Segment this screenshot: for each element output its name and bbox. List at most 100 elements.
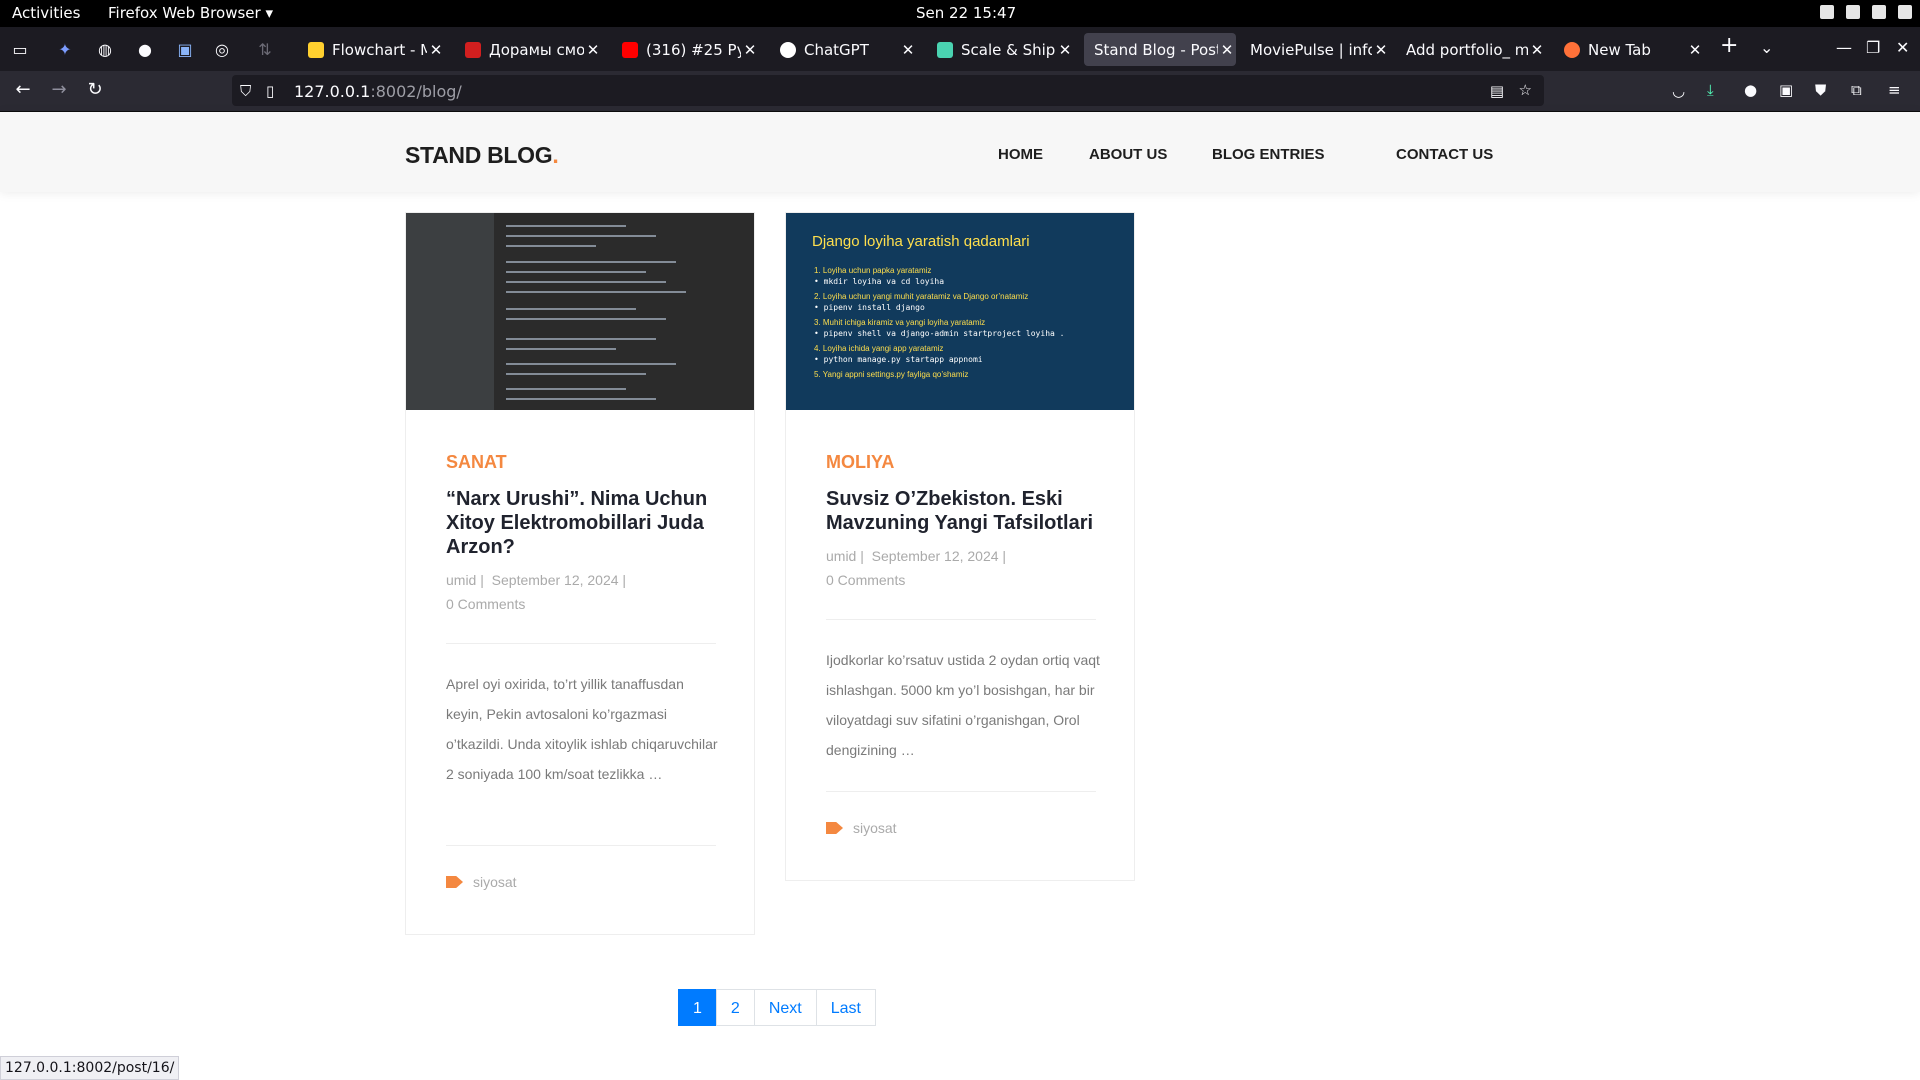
close-tab-icon[interactable]: ✕ — [1218, 41, 1236, 59]
extensions-puzzle-icon[interactable]: ⧉ — [1851, 81, 1862, 99]
reload-button[interactable]: ↻ — [83, 79, 107, 100]
bookmark-star-icon[interactable]: ☆ — [1519, 81, 1532, 99]
django-steps-slide: Django loyiha yaratish qadamlari 1. Loyi… — [786, 213, 1134, 410]
extension-save-icon[interactable]: ▣ — [1779, 81, 1793, 99]
tab-doramy[interactable]: Дорамы смотр✕ — [455, 33, 602, 66]
close-tab-icon[interactable]: ✕ — [741, 41, 759, 59]
post-author[interactable]: umid — [446, 572, 476, 588]
slide-step: 4. Loyiha ichida yangi app yaratamiz • py… — [814, 343, 983, 365]
close-tab-icon[interactable]: ✕ — [1686, 41, 1704, 59]
pinned-tab-gemini[interactable]: ✦ — [55, 40, 75, 60]
tab-favicon — [308, 41, 324, 58]
page-info-icon[interactable]: ▯ — [266, 82, 274, 100]
pinned-tab-discord[interactable]: ◍ — [95, 40, 115, 60]
close-tab-icon[interactable]: ✕ — [1056, 41, 1074, 59]
tab-title: Flowchart - Mir — [332, 40, 427, 59]
post-title[interactable]: “Narx Urushi”. Nima Uchun Xitoy Elektrom… — [446, 487, 736, 559]
tab-new-tab[interactable]: New Tab ✕ — [1554, 33, 1704, 66]
pinned-tab-arrows[interactable]: ⇅ — [255, 40, 275, 60]
tab-title: (316) #25 Pyth — [646, 40, 741, 59]
tab-chatgpt[interactable]: ChatGPT ✕ — [770, 33, 917, 66]
system-top-bar: Activities Firefox Web Browser ▾ Sen 22 … — [0, 0, 1920, 27]
close-tab-icon[interactable]: ✕ — [1372, 41, 1390, 59]
tab-scale-ship[interactable]: Scale & Ship Fa✕ — [927, 33, 1074, 66]
post-excerpt: Ijodkorlar ko’rsatuv ustida 2 oydan orti… — [826, 652, 1100, 758]
post-comments[interactable]: 0 Comments — [446, 596, 525, 612]
new-tab-button[interactable]: + — [1720, 33, 1738, 58]
post-author[interactable]: umid — [826, 548, 856, 564]
nav-contact-us[interactable]: CONTACT US — [1396, 146, 1493, 163]
post-tags: siyosat — [826, 820, 897, 836]
maximize-button[interactable]: ❐ — [1866, 38, 1880, 57]
slide-step: 1. Loyiha uchun papka yaratamiz • mkdir l… — [814, 265, 944, 287]
nav-home[interactable]: HOME — [998, 146, 1043, 163]
shield-icon[interactable]: ⛉ — [240, 82, 251, 100]
post-date[interactable]: September 12, 2024 — [872, 548, 999, 564]
system-tray[interactable] — [1820, 5, 1912, 19]
post-category[interactable]: SANAT — [446, 452, 507, 473]
link-status-bar: 127.0.0.1:8002/post/16/ — [0, 1056, 180, 1080]
pinned-tab-translate[interactable]: ▣ — [175, 40, 195, 60]
post-thumbnail[interactable] — [406, 213, 754, 410]
app-menu[interactable]: Firefox Web Browser ▾ — [108, 4, 273, 22]
pocket-icon[interactable]: ◡ — [1672, 82, 1685, 100]
downloads-icon[interactable]: ⤓ — [1707, 81, 1714, 99]
battery-icon — [1872, 5, 1886, 19]
slide-step-cmd: • pipenv install django — [814, 303, 925, 312]
post-category[interactable]: MOLIYA — [826, 452, 894, 473]
post-thumbnail[interactable]: Django loyiha yaratish qadamlari 1. Loyi… — [786, 213, 1134, 410]
volume-icon — [1846, 5, 1860, 19]
next-page-link[interactable]: Next — [753, 989, 817, 1026]
minimize-button[interactable]: — — [1836, 38, 1852, 57]
url-bar[interactable]: ⛉ ▯ 127.0.0.1:8002/blog/ ▤ ☆ — [232, 75, 1544, 106]
tab-add-portfolio[interactable]: Add portfolio_ mo ✕ — [1396, 33, 1546, 66]
close-tab-icon[interactable]: ✕ — [1528, 41, 1546, 59]
slide-step-text: 5. Yangi appni settings.py fayliga qo’sh… — [814, 370, 969, 379]
post-comments[interactable]: 0 Comments — [826, 572, 905, 588]
firefox-view-icon[interactable]: ▭ — [10, 40, 30, 60]
post-meta: umid | September 12, 2024 | 0 Comments — [826, 548, 1007, 588]
close-tab-icon[interactable]: ✕ — [899, 41, 917, 59]
post-title[interactable]: Suvsiz O’Zbekiston. Eski Mavzuning Yangi… — [826, 487, 1116, 535]
menu-hamburger-icon[interactable]: ≡ — [1888, 81, 1901, 99]
slide-step-text: 2. Loyiha uchun yangi muhit yaratamiz va… — [814, 292, 1029, 301]
activities-button[interactable]: Activities — [12, 4, 80, 22]
tab-title: Add portfolio_ mo — [1406, 40, 1528, 59]
pinned-tab-globe[interactable]: ◎ — [212, 40, 232, 60]
forward-button[interactable]: → — [47, 79, 71, 100]
wifi-icon — [1820, 5, 1834, 19]
post-date[interactable]: September 12, 2024 — [492, 572, 619, 588]
tab-flowchart[interactable]: Flowchart - Mir✕ — [298, 33, 445, 66]
tab-favicon — [937, 41, 953, 58]
tab-title: Дорамы смотр — [489, 40, 584, 59]
nav-blog-entries[interactable]: BLOG ENTRIES — [1212, 146, 1325, 163]
ublock-extension-icon[interactable]: ● — [1744, 81, 1757, 99]
slide-step-cmd: • pipenv shell va django-admin startproj… — [814, 329, 1065, 338]
slide-step-cmd: • mkdir loyiha va cd loyiha — [814, 277, 945, 286]
pinned-tab-github[interactable]: ● — [135, 40, 155, 60]
post-tag[interactable]: siyosat — [473, 874, 517, 890]
reader-view-icon[interactable]: ▤ — [1490, 82, 1504, 100]
clock[interactable]: Sen 22 15:47 — [916, 4, 1016, 22]
tags-icon — [826, 822, 843, 834]
page-1-link[interactable]: 1 — [678, 989, 717, 1026]
close-tab-icon[interactable]: ✕ — [584, 41, 602, 59]
tab-stand-blog[interactable]: Stand Blog - Post l ✕ — [1084, 33, 1236, 66]
tab-moviepulse[interactable]: MoviePulse | infor ✕ — [1240, 33, 1390, 66]
post-meta: umid | September 12, 2024 | 0 Comments — [446, 572, 627, 612]
close-window-button[interactable]: ✕ — [1896, 38, 1909, 57]
last-page-link[interactable]: Last — [815, 989, 876, 1026]
divider — [826, 619, 1096, 620]
url-path: :8002/blog/ — [370, 82, 462, 101]
nav-about-us[interactable]: ABOUT US — [1089, 146, 1167, 163]
tab-youtube[interactable]: (316) #25 Pyth✕ — [612, 33, 759, 66]
slide-step: 3. Muhit ichiga kiramiz va yangi loyiha … — [814, 317, 1064, 339]
page-2-link[interactable]: 2 — [715, 989, 755, 1026]
post-tag[interactable]: siyosat — [853, 820, 897, 836]
tab-title: New Tab — [1588, 40, 1651, 59]
list-all-tabs-icon[interactable]: ⌄ — [1760, 38, 1773, 57]
site-logo[interactable]: STAND BLOG. — [405, 142, 559, 169]
back-button[interactable]: ← — [11, 79, 35, 100]
extension-shield-icon[interactable]: ⛊ — [1815, 81, 1826, 99]
close-tab-icon[interactable]: ✕ — [427, 41, 445, 59]
